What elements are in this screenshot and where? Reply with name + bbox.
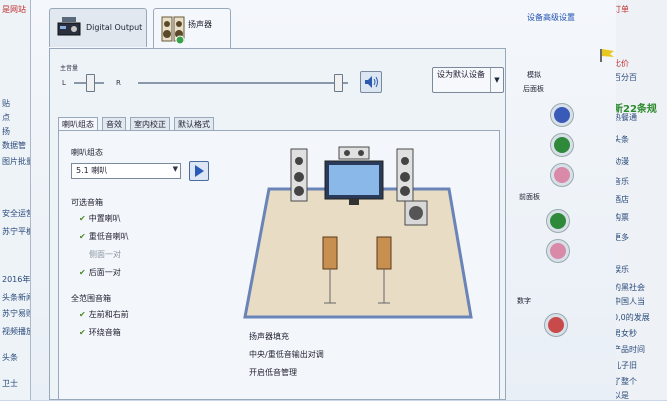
checkbox-rear-pair[interactable]: ✔ 后面一对 [79, 267, 121, 278]
right-strip-item[interactable]: 男女秒 [613, 328, 637, 339]
left-strip-item[interactable]: 卫士 [2, 378, 18, 389]
full-range-title: 全范围音箱 [71, 294, 111, 303]
front-jack-green[interactable] [547, 210, 569, 232]
bass-management-label: 开启低音管理 [249, 368, 297, 377]
device-tab-digital-output[interactable]: Digital Output [49, 8, 147, 47]
optional-speakers-title: 可选音箱 [71, 198, 103, 207]
play-icon [190, 165, 208, 182]
left-strip-item[interactable]: 头条 [2, 352, 18, 363]
check-icon: ✔ [79, 232, 86, 241]
master-volume-label: 主音量 [60, 65, 79, 72]
subtab-default-format[interactable]: 默认格式 [174, 117, 214, 131]
checkbox-front-lr[interactable]: ✔ 左前和右前 [79, 309, 129, 320]
speaker-config-value: 5.1 喇叭 [76, 166, 108, 175]
checkbox-label: 后面一对 [88, 268, 121, 277]
mute-button[interactable] [360, 71, 382, 93]
checkbox-label: 侧面一对 [89, 250, 121, 259]
device-tab-label: 扬声器 [188, 20, 212, 29]
right-strip-item[interactable]: 中国人当 [613, 296, 645, 307]
volume-slider-track [138, 82, 348, 84]
digital-label: 数字 [517, 297, 531, 305]
play-test-button[interactable] [189, 161, 209, 181]
checkbox-label: 环绕音箱 [88, 328, 121, 337]
checkbox-surround[interactable]: ✔ 环绕音箱 [79, 327, 121, 338]
device-tab-speakers[interactable]: 扬声器 [153, 8, 231, 49]
speakers-icon [160, 15, 186, 47]
chevron-down-icon: ▼ [490, 68, 503, 92]
check-icon: ✔ [79, 268, 86, 277]
checkbox-label: 重低音喇叭 [88, 232, 129, 241]
right-strip-item[interactable]: 热餐通 [613, 112, 637, 123]
device-tab-label: Digital Output [86, 23, 143, 32]
subtab-sound-effects[interactable]: 音效 [102, 117, 126, 131]
sound-manager-dialog: Digital Output 扬声器 设备高级设置 主音量 L R 设为默认设备… [30, 0, 616, 400]
check-icon: ✔ [79, 310, 86, 319]
check-icon: ✔ [79, 328, 86, 337]
right-strip-item[interactable]: 0,0的发展 [613, 312, 650, 323]
speaker-settings-panel: 主音量 L R 设为默认设备 ▼ 喇叭组态 音效 室内校正 默认格式 喇叭组态 … [49, 48, 506, 400]
center-sub-swap-label: 中央/重低音输出对调 [249, 350, 324, 359]
back-panel-label: 后面板 [523, 85, 544, 93]
analog-title: 模拟 [527, 71, 541, 79]
right-strip-item[interactable]: 产品时间 [613, 344, 645, 355]
speaker-fill-label: 扬声器填充 [249, 332, 289, 341]
balance-slider-thumb[interactable] [86, 74, 95, 92]
speaker-config-select[interactable]: 5.1 喇叭 ▼ [71, 163, 181, 179]
checkbox-center-speaker[interactable]: ✔ 中置喇叭 [79, 213, 121, 224]
left-strip-item[interactable]: 数据管 [2, 140, 26, 151]
back-jack-pink[interactable] [551, 164, 573, 186]
chevron-down-icon: ▼ [172, 165, 178, 173]
left-strip-item[interactable]: 贴 [2, 98, 10, 109]
set-default-device-dropdown[interactable]: 设为默认设备 ▼ [432, 67, 504, 93]
set-default-device-label: 设为默认设备 [437, 70, 485, 79]
back-jack-green[interactable] [551, 134, 573, 156]
digital-output-icon [56, 15, 82, 41]
left-strip-item[interactable]: 2016年 [2, 274, 30, 285]
front-jack-pink[interactable] [547, 240, 569, 262]
left-strip-item[interactable]: 点 [2, 112, 10, 123]
background-right-column: 订单 比价 百分百 新22条规 热餐通 头条 动漫 音乐 酒店 购票 更多 娱乐 的黑社会 中国人当 0,0… [610, 0, 667, 400]
left-strip-item[interactable]: 是网站 [2, 4, 26, 15]
volume-right-label: R [116, 79, 121, 87]
rear-right-speaker [376, 236, 392, 270]
right-strip-item[interactable]: 百分百 [613, 72, 637, 83]
checkbox-side-pair[interactable]: 侧面一对 [89, 249, 121, 260]
jack-panel: 模拟 后面板 前面板 数字 [509, 60, 613, 400]
front-panel-label: 前面板 [519, 193, 540, 201]
speaker-room-diagram [239, 131, 479, 331]
volume-slider-thumb[interactable] [334, 74, 343, 92]
subtab-room-correction[interactable]: 室内校正 [130, 117, 170, 131]
left-strip-item[interactable]: 扬 [2, 126, 10, 137]
advanced-settings-link[interactable]: 设备高级设置 [527, 12, 575, 23]
checkbox-subwoofer[interactable]: ✔ 重低音喇叭 [79, 231, 129, 242]
digital-jack[interactable] [545, 314, 567, 336]
right-strip-item[interactable]: 儿子旧 [613, 360, 637, 371]
speaker-config-label: 喇叭组态 [71, 148, 103, 157]
rear-left-speaker [322, 236, 338, 270]
back-jack-blue[interactable] [551, 104, 573, 126]
checkbox-label: 中置喇叭 [88, 214, 121, 223]
right-strip-item[interactable]: 了整个 [613, 376, 637, 387]
volume-left-label: L [62, 79, 66, 87]
speaker-volume-icon [361, 76, 381, 94]
checkbox-label: 左前和右前 [88, 310, 129, 319]
center-speaker [338, 146, 370, 160]
speaker-config-panel: 喇叭组态 5.1 喇叭 ▼ 可选音箱 ✔ 中置喇叭 ✔ 重低音喇叭 侧面一对 ✔ 后面… [58, 130, 500, 400]
right-strip-item[interactable]: 的黑社会 [613, 282, 645, 293]
check-icon: ✔ [79, 214, 86, 223]
